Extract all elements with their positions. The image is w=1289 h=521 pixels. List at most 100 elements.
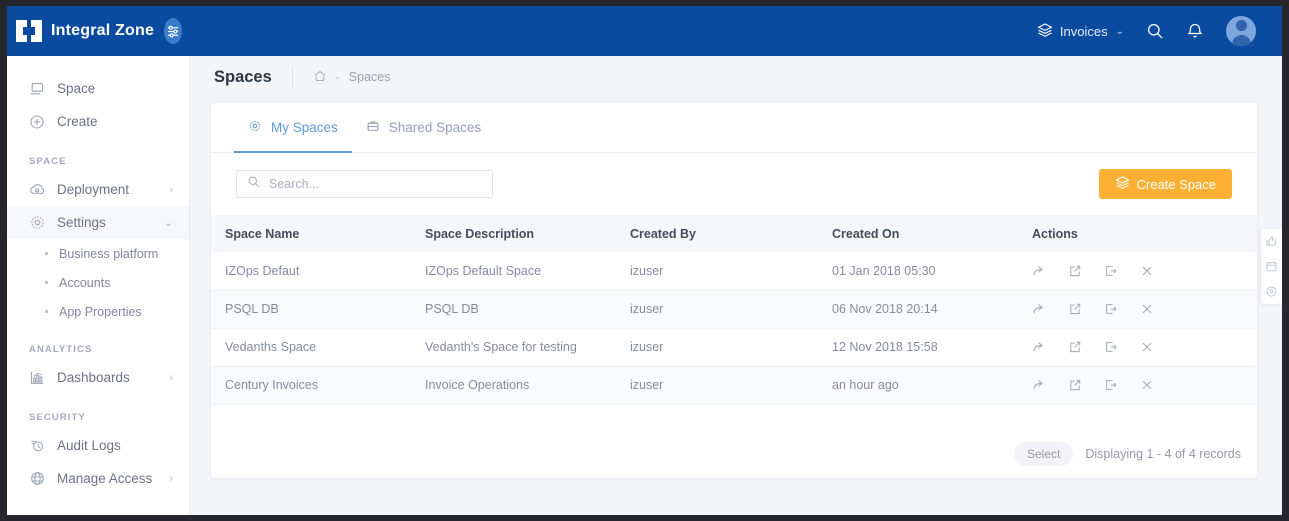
sliders-icon[interactable] — [164, 18, 182, 44]
share-icon[interactable] — [1032, 378, 1046, 392]
cell-space-description: Vedanth's Space for testing — [411, 328, 616, 367]
sidebar-item-dashboards[interactable]: Dashboards › — [7, 361, 189, 394]
sidebar-subitem-accounts[interactable]: Accounts — [7, 268, 189, 297]
cell-created-by: izuser — [616, 290, 818, 329]
gear-icon — [29, 214, 51, 231]
cell-created-by: izuser — [616, 366, 818, 405]
share-icon[interactable] — [1032, 340, 1046, 354]
sidebar-item-label: Create — [57, 114, 98, 129]
plus-circle-icon — [29, 114, 51, 130]
row-actions — [1032, 340, 1257, 354]
sidebar-section-space: SPACE — [29, 156, 67, 167]
sidebar-item-deployment[interactable]: Deployment › — [7, 173, 189, 206]
brand-logo[interactable]: Integral Zone — [7, 18, 182, 44]
cell-space-name: PSQL DB — [211, 290, 411, 329]
bullet-icon — [45, 281, 48, 284]
invoices-selector[interactable]: Invoices ⌄ — [1037, 22, 1124, 41]
gear-icon — [248, 119, 262, 136]
sidebar-item-settings[interactable]: Settings ⌄ — [7, 206, 189, 239]
column-header-space-name: Space Name — [211, 215, 411, 252]
sidebar-item-label: Manage Access — [57, 471, 153, 486]
layers-icon — [1037, 22, 1053, 41]
sidebar-item-space[interactable]: Space — [7, 72, 189, 105]
records-count: Displaying 1 - 4 of 4 records — [1085, 447, 1241, 461]
page-header: Spaces - Spaces — [190, 56, 1282, 98]
sidebar-section-analytics: ANALYTICS — [29, 344, 93, 355]
table-header-row: Space Name Space Description Created By … — [211, 215, 1257, 252]
edit-icon[interactable] — [1068, 340, 1082, 354]
sidebar-subitem-label: Business platform — [59, 246, 159, 261]
close-icon[interactable] — [1140, 378, 1154, 392]
chevron-down-icon: ⌄ — [1115, 25, 1124, 37]
home-icon[interactable] — [313, 69, 327, 86]
layers-icon — [1115, 175, 1130, 193]
briefcase-icon — [366, 119, 380, 136]
chart-icon — [29, 369, 51, 386]
cell-actions — [1018, 328, 1257, 367]
select-button[interactable]: Select — [1014, 442, 1074, 466]
avatar[interactable] — [1226, 16, 1256, 46]
tab-shared-spaces[interactable]: Shared Spaces — [352, 103, 495, 152]
cell-created-on: an hour ago — [818, 366, 1018, 405]
globe-icon — [29, 470, 51, 487]
table-row[interactable]: IZOps Defaut IZOps Default Space izuser … — [211, 252, 1257, 291]
share-icon[interactable] — [1032, 302, 1046, 316]
table-row[interactable]: Vedanths Space Vedanth's Space for testi… — [211, 328, 1257, 367]
export-icon[interactable] — [1104, 378, 1118, 392]
table-row[interactable]: Century Invoices Invoice Operations izus… — [211, 366, 1257, 405]
sidebar-item-create[interactable]: Create — [7, 105, 189, 138]
breadcrumb-separator: - — [335, 70, 340, 84]
row-actions — [1032, 378, 1257, 392]
row-actions — [1032, 302, 1257, 316]
sidebar-item-audit-logs[interactable]: Audit Logs — [7, 429, 189, 462]
window-icon — [29, 81, 51, 97]
export-icon[interactable] — [1104, 264, 1118, 278]
invoices-label: Invoices — [1059, 23, 1108, 39]
row-actions — [1032, 264, 1257, 278]
table-row[interactable]: PSQL DB PSQL DB izuser 06 Nov 2018 20:14 — [211, 290, 1257, 329]
tab-my-spaces[interactable]: My Spaces — [234, 103, 352, 153]
app-window: Integral Zone Invoices ⌄ Space Create SP… — [7, 6, 1282, 515]
bell-icon[interactable] — [1186, 22, 1204, 40]
table-footer: Select Displaying 1 - 4 of 4 records — [1014, 442, 1241, 466]
export-icon[interactable] — [1104, 302, 1118, 316]
tab-label: My Spaces — [271, 120, 338, 135]
bullet-icon — [45, 252, 48, 255]
table-toolbar: Create Space — [211, 153, 1257, 215]
thumbs-up-icon[interactable] — [1265, 235, 1278, 248]
close-icon[interactable] — [1140, 340, 1154, 354]
close-icon[interactable] — [1140, 302, 1154, 316]
cloud-icon — [29, 181, 51, 198]
column-header-created-by: Created By — [616, 215, 818, 252]
cell-created-on: 12 Nov 2018 15:58 — [818, 328, 1018, 367]
sidebar-subitem-label: Accounts — [59, 275, 111, 290]
cell-space-description: Invoice Operations — [411, 366, 616, 405]
calendar-icon[interactable] — [1265, 260, 1278, 273]
table-body: IZOps Defaut IZOps Default Space izuser … — [211, 252, 1257, 405]
sidebar-item-label: Deployment — [57, 182, 130, 197]
settings-circle-icon[interactable] — [1265, 285, 1278, 298]
column-header-space-description: Space Description — [411, 215, 616, 252]
sidebar: Space Create SPACE Deployment › Settings… — [7, 56, 190, 515]
sidebar-subitem-label: App Properties — [59, 304, 142, 319]
create-space-button[interactable]: Create Space — [1098, 169, 1232, 199]
sidebar-subitem-app-properties[interactable]: App Properties — [7, 297, 189, 326]
sidebar-item-manage-access[interactable]: Manage Access › — [7, 462, 189, 495]
breadcrumb-current[interactable]: Spaces — [349, 70, 391, 84]
edit-icon[interactable] — [1068, 264, 1082, 278]
edit-icon[interactable] — [1068, 302, 1082, 316]
topbar-actions: Invoices ⌄ — [1037, 16, 1282, 46]
chevron-right-icon: › — [169, 371, 173, 384]
share-icon[interactable] — [1032, 264, 1046, 278]
export-icon[interactable] — [1104, 340, 1118, 354]
integral-zone-logo-icon — [16, 20, 42, 42]
edit-icon[interactable] — [1068, 378, 1082, 392]
cell-actions — [1018, 290, 1257, 329]
close-icon[interactable] — [1140, 264, 1154, 278]
search-field[interactable] — [236, 170, 493, 198]
cell-space-description: IZOps Default Space — [411, 252, 616, 291]
sidebar-subitem-business-platform[interactable]: Business platform — [7, 239, 189, 268]
search-icon[interactable] — [1146, 22, 1164, 40]
spaces-table: Space Name Space Description Created By … — [211, 215, 1257, 405]
search-input[interactable] — [269, 177, 482, 191]
